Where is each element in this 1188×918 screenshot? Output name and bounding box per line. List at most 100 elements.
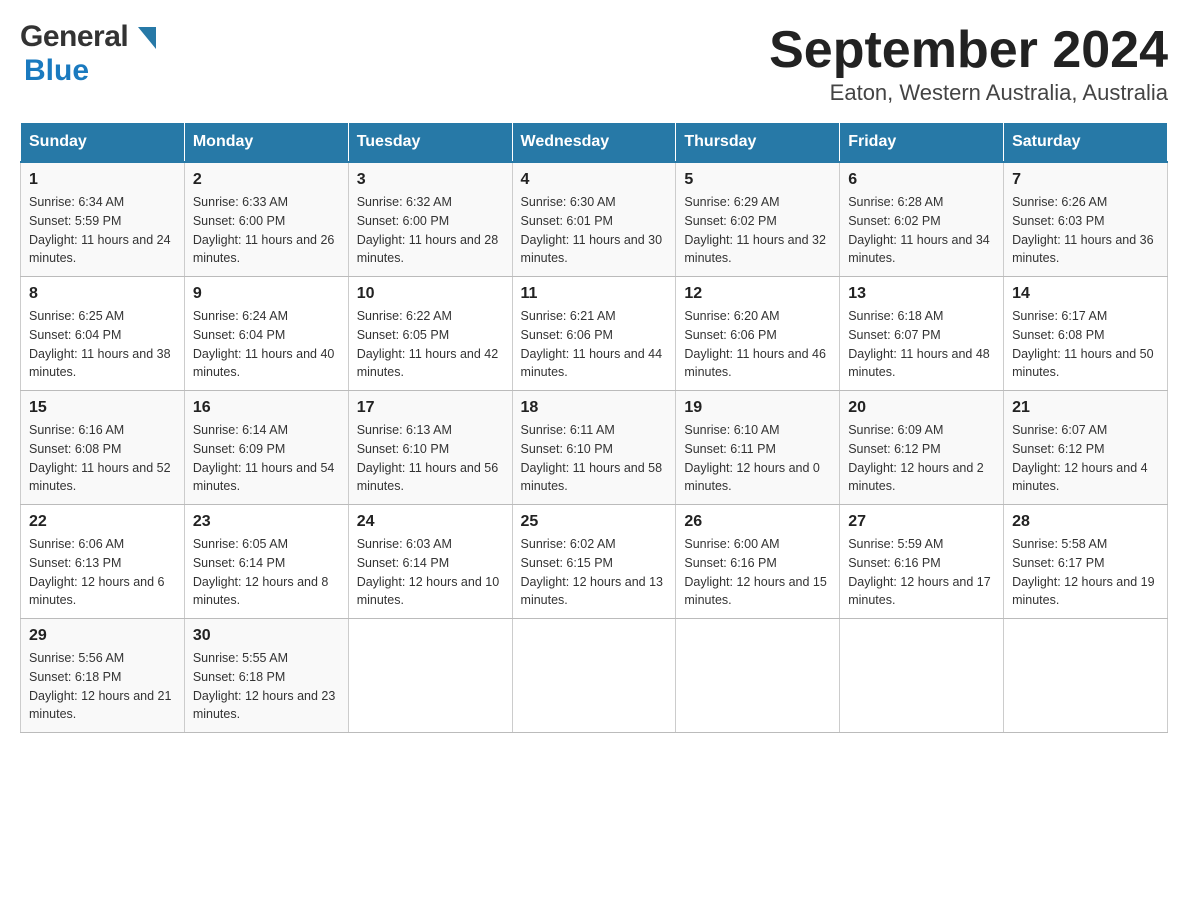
table-row: 26 Sunrise: 6:00 AM Sunset: 6:16 PM Dayli… bbox=[676, 505, 840, 619]
day-number: 17 bbox=[357, 399, 504, 417]
col-monday: Monday bbox=[184, 123, 348, 163]
table-row: 2Sunrise: 6:33 AM Sunset: 6:00 PM Daylig… bbox=[184, 162, 348, 277]
logo-image: General bbox=[20, 20, 157, 54]
logo: General Blue bbox=[20, 20, 157, 88]
table-row bbox=[512, 619, 676, 733]
table-row: 18 Sunrise: 6:11 AM Sunset: 6:10 PM Dayli… bbox=[512, 391, 676, 505]
table-row: 20Sunrise: 6:09 AM Sunset: 6:12 PM Dayli… bbox=[840, 391, 1004, 505]
table-row: 23Sunrise: 6:05 AM Sunset: 6:14 PM Dayli… bbox=[184, 505, 348, 619]
page-header: General Blue September 2024 Eaton, Weste… bbox=[20, 20, 1168, 106]
table-row bbox=[348, 619, 512, 733]
calendar-header-row: Sunday Monday Tuesday Wednesday Thursday… bbox=[21, 123, 1168, 163]
table-row bbox=[840, 619, 1004, 733]
day-info: Sunrise: 6:32 AM Sunset: 6:00 PM Dayligh… bbox=[357, 193, 504, 268]
day-info: Sunrise: 6:34 AM Sunset: 5:59 PM Dayligh… bbox=[29, 193, 176, 268]
day-info: Sunrise: 5:56 AM Sunset: 6:18 PM Dayligh… bbox=[29, 649, 176, 724]
day-number: 6 bbox=[848, 171, 995, 189]
day-number: 10 bbox=[357, 285, 504, 303]
table-row: 30 Sunrise: 5:55 AM Sunset: 6:18 PM Dayli… bbox=[184, 619, 348, 733]
table-row: 15Sunrise: 6:16 AM Sunset: 6:08 PM Dayli… bbox=[21, 391, 185, 505]
table-row: 9 Sunrise: 6:24 AM Sunset: 6:04 PM Daylig… bbox=[184, 277, 348, 391]
day-info: Sunrise: 5:59 AM Sunset: 6:16 PM Dayligh… bbox=[848, 535, 995, 610]
day-number: 3 bbox=[357, 171, 504, 189]
table-row: 24 Sunrise: 6:03 AM Sunset: 6:14 PM Dayli… bbox=[348, 505, 512, 619]
day-number: 11 bbox=[521, 285, 668, 303]
calendar-row-1: 1 Sunrise: 6:34 AM Sunset: 5:59 PM Daylig… bbox=[21, 162, 1168, 277]
table-row: 1 Sunrise: 6:34 AM Sunset: 5:59 PM Daylig… bbox=[21, 162, 185, 277]
day-info: Sunrise: 6:33 AM Sunset: 6:00 PM Dayligh… bbox=[193, 193, 340, 268]
day-number: 7 bbox=[1012, 171, 1159, 189]
day-number: 14 bbox=[1012, 285, 1159, 303]
col-sunday: Sunday bbox=[21, 123, 185, 163]
table-row: 27 Sunrise: 5:59 AM Sunset: 6:16 PM Dayli… bbox=[840, 505, 1004, 619]
day-number: 29 bbox=[29, 627, 176, 645]
day-info: Sunrise: 6:18 AM Sunset: 6:07 PM Dayligh… bbox=[848, 307, 995, 382]
day-info: Sunrise: 6:22 AM Sunset: 6:05 PM Dayligh… bbox=[357, 307, 504, 382]
day-number: 30 bbox=[193, 627, 340, 645]
table-row: 28 Sunrise: 5:58 AM Sunset: 6:17 PM Dayli… bbox=[1004, 505, 1168, 619]
day-number: 12 bbox=[684, 285, 831, 303]
col-tuesday: Tuesday bbox=[348, 123, 512, 163]
day-number: 1 bbox=[29, 171, 176, 189]
table-row: 12 Sunrise: 6:20 AM Sunset: 6:06 PM Dayli… bbox=[676, 277, 840, 391]
calendar-row-5: 29 Sunrise: 5:56 AM Sunset: 6:18 PM Dayli… bbox=[21, 619, 1168, 733]
table-row: 17 Sunrise: 6:13 AM Sunset: 6:10 PM Dayli… bbox=[348, 391, 512, 505]
day-number: 24 bbox=[357, 513, 504, 531]
day-number: 28 bbox=[1012, 513, 1159, 531]
day-info: Sunrise: 5:55 AM Sunset: 6:18 PM Dayligh… bbox=[193, 649, 340, 724]
day-info: Sunrise: 6:29 AM Sunset: 6:02 PM Dayligh… bbox=[684, 193, 831, 268]
day-info: Sunrise: 6:20 AM Sunset: 6:06 PM Dayligh… bbox=[684, 307, 831, 382]
table-row: 14 Sunrise: 6:17 AM Sunset: 6:08 PM Dayli… bbox=[1004, 277, 1168, 391]
calendar-subtitle: Eaton, Western Australia, Australia bbox=[769, 80, 1168, 106]
table-row bbox=[676, 619, 840, 733]
col-friday: Friday bbox=[840, 123, 1004, 163]
logo-triangle-icon bbox=[138, 27, 156, 49]
day-info: Sunrise: 6:17 AM Sunset: 6:08 PM Dayligh… bbox=[1012, 307, 1159, 382]
table-row bbox=[1004, 619, 1168, 733]
day-number: 4 bbox=[521, 171, 668, 189]
table-row: 3 Sunrise: 6:32 AM Sunset: 6:00 PM Daylig… bbox=[348, 162, 512, 277]
table-row: 13Sunrise: 6:18 AM Sunset: 6:07 PM Dayli… bbox=[840, 277, 1004, 391]
table-row: 21Sunrise: 6:07 AM Sunset: 6:12 PM Dayli… bbox=[1004, 391, 1168, 505]
logo-blue: Blue bbox=[20, 54, 89, 88]
day-number: 21 bbox=[1012, 399, 1159, 417]
day-number: 9 bbox=[193, 285, 340, 303]
day-number: 5 bbox=[684, 171, 831, 189]
calendar-table: Sunday Monday Tuesday Wednesday Thursday… bbox=[20, 122, 1168, 733]
day-info: Sunrise: 6:05 AM Sunset: 6:14 PM Dayligh… bbox=[193, 535, 340, 610]
day-number: 25 bbox=[521, 513, 668, 531]
day-info: Sunrise: 6:13 AM Sunset: 6:10 PM Dayligh… bbox=[357, 421, 504, 496]
calendar-row-3: 15Sunrise: 6:16 AM Sunset: 6:08 PM Dayli… bbox=[21, 391, 1168, 505]
title-block: September 2024 Eaton, Western Australia,… bbox=[769, 20, 1168, 106]
table-row: 29 Sunrise: 5:56 AM Sunset: 6:18 PM Dayli… bbox=[21, 619, 185, 733]
table-row: 5 Sunrise: 6:29 AM Sunset: 6:02 PM Daylig… bbox=[676, 162, 840, 277]
day-info: Sunrise: 6:03 AM Sunset: 6:14 PM Dayligh… bbox=[357, 535, 504, 610]
day-number: 16 bbox=[193, 399, 340, 417]
table-row: 7 Sunrise: 6:26 AM Sunset: 6:03 PM Daylig… bbox=[1004, 162, 1168, 277]
day-info: Sunrise: 6:26 AM Sunset: 6:03 PM Dayligh… bbox=[1012, 193, 1159, 268]
day-number: 20 bbox=[848, 399, 995, 417]
col-saturday: Saturday bbox=[1004, 123, 1168, 163]
day-info: Sunrise: 6:00 AM Sunset: 6:16 PM Dayligh… bbox=[684, 535, 831, 610]
day-info: Sunrise: 6:06 AM Sunset: 6:13 PM Dayligh… bbox=[29, 535, 176, 610]
day-info: Sunrise: 6:25 AM Sunset: 6:04 PM Dayligh… bbox=[29, 307, 176, 382]
table-row: 22 Sunrise: 6:06 AM Sunset: 6:13 PM Dayli… bbox=[21, 505, 185, 619]
day-number: 18 bbox=[521, 399, 668, 417]
day-info: Sunrise: 6:30 AM Sunset: 6:01 PM Dayligh… bbox=[521, 193, 668, 268]
day-number: 27 bbox=[848, 513, 995, 531]
day-info: Sunrise: 5:58 AM Sunset: 6:17 PM Dayligh… bbox=[1012, 535, 1159, 610]
table-row: 4 Sunrise: 6:30 AM Sunset: 6:01 PM Daylig… bbox=[512, 162, 676, 277]
day-number: 19 bbox=[684, 399, 831, 417]
day-info: Sunrise: 6:14 AM Sunset: 6:09 PM Dayligh… bbox=[193, 421, 340, 496]
day-number: 8 bbox=[29, 285, 176, 303]
day-number: 22 bbox=[29, 513, 176, 531]
col-wednesday: Wednesday bbox=[512, 123, 676, 163]
logo-general: General bbox=[20, 20, 157, 54]
day-info: Sunrise: 6:21 AM Sunset: 6:06 PM Dayligh… bbox=[521, 307, 668, 382]
day-number: 26 bbox=[684, 513, 831, 531]
day-info: Sunrise: 6:11 AM Sunset: 6:10 PM Dayligh… bbox=[521, 421, 668, 496]
day-info: Sunrise: 6:24 AM Sunset: 6:04 PM Dayligh… bbox=[193, 307, 340, 382]
table-row: 25Sunrise: 6:02 AM Sunset: 6:15 PM Dayli… bbox=[512, 505, 676, 619]
col-thursday: Thursday bbox=[676, 123, 840, 163]
table-row: 11 Sunrise: 6:21 AM Sunset: 6:06 PM Dayli… bbox=[512, 277, 676, 391]
